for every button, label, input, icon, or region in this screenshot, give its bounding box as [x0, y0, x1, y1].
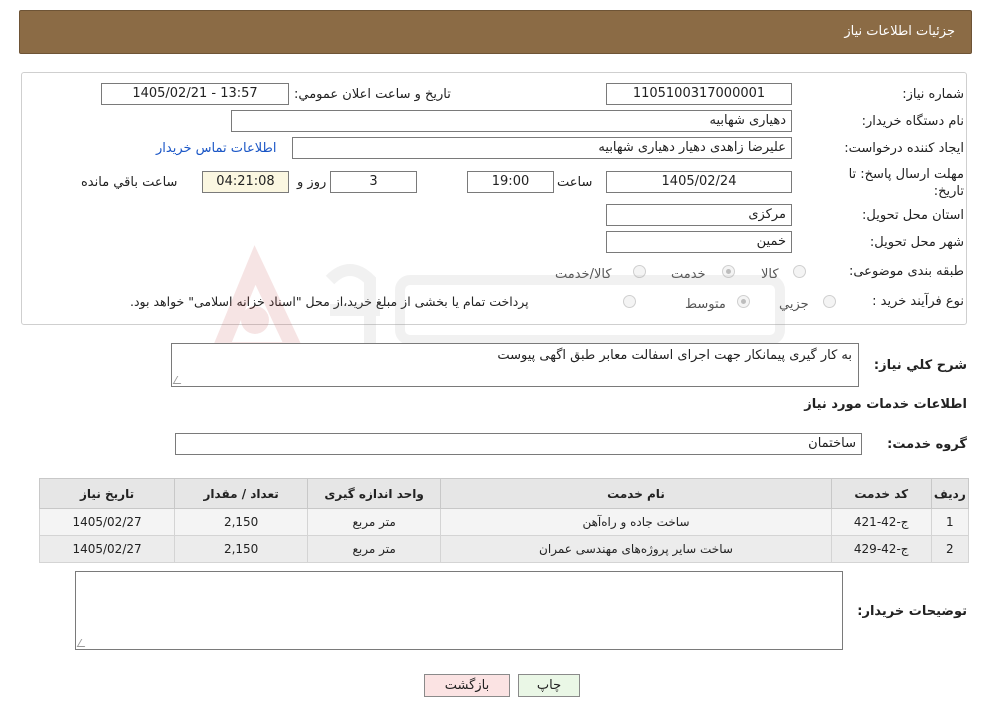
category-radio-goods-service[interactable]: [633, 265, 646, 278]
services-section-title: اطلاعات خدمات مورد نياز: [804, 397, 967, 412]
need-number-field: 1105100317000001: [606, 83, 792, 105]
col-need-date: تاريخ نياز: [38, 478, 176, 509]
description-textarea[interactable]: به کار گیری پیمانکار جهت اجرای اسفالت مع…: [171, 343, 859, 387]
service-group-field: ساختمان: [175, 433, 862, 455]
page-title: جزئیات اطلاعات نیاز: [844, 24, 955, 39]
buyer-notes-textarea[interactable]: [75, 571, 843, 650]
creator-label: ايجاد کننده درخواست:: [844, 141, 964, 156]
buyer-org-label: نام دستگاه خريدار:: [861, 114, 964, 129]
cell-service-code: ج-42-429: [830, 535, 932, 563]
need-number-label: شماره نیاز:: [902, 87, 964, 102]
description-label: شرح کلي نياز:: [873, 358, 967, 373]
deadline-date-field: 1405/02/24: [606, 171, 792, 193]
purchase-radio-minor[interactable]: [823, 295, 836, 308]
cell-service-code: ج-42-421: [830, 508, 932, 536]
treasury-checkbox[interactable]: [623, 295, 636, 308]
announce-label: تاریخ و ساعت اعلان عمومي:: [294, 87, 451, 102]
purchase-option-minor: جزيي: [779, 297, 809, 312]
buyer-contact-link[interactable]: اطلاعات تماس خريدار: [156, 141, 276, 156]
deadline-label: مهلت ارسال پاسخ: تا تاریخ:: [848, 167, 964, 199]
back-button[interactable]: بازگشت: [424, 674, 510, 697]
province-label: استان محل تحویل:: [862, 208, 964, 223]
print-button[interactable]: چاپ: [518, 674, 580, 697]
category-radio-service[interactable]: [722, 265, 735, 278]
category-label: طبقه بندی موضوعی:: [848, 264, 964, 279]
purchase-radio-medium[interactable]: [737, 295, 750, 308]
remaining-time-field: 04:21:08: [202, 171, 289, 193]
days-field: 3: [330, 171, 417, 193]
category-option-service: خدمت: [671, 267, 706, 282]
col-service-code: کد خدمت: [830, 478, 932, 509]
page-header: جزئیات اطلاعات نیاز: [19, 10, 972, 54]
purchase-type-label: نوع فرآیند خرید :: [872, 294, 964, 309]
col-row-number: رديف: [930, 478, 970, 509]
time-label: ساعت: [557, 175, 593, 190]
cell-service-name: ساخت جاده و راه‌آهن: [440, 508, 832, 536]
col-service-name: نام خدمت: [440, 478, 832, 509]
city-label: شهر محل تحویل:: [869, 235, 964, 250]
services-table: رديف کد خدمت نام خدمت واحد اندازه گيری ت…: [38, 478, 970, 563]
resize-handle-icon[interactable]: [172, 376, 186, 384]
cell-unit: متر مربع: [307, 508, 442, 536]
resize-handle-icon[interactable]: [76, 639, 90, 647]
col-quantity: تعداد / مقدار: [174, 478, 309, 509]
cell-need-date: 1405/02/27: [38, 508, 176, 536]
province-field: مرکزی: [606, 204, 792, 226]
cell-row-number: 1: [930, 508, 970, 536]
category-radio-goods[interactable]: [793, 265, 806, 278]
deadline-time-field: 19:00: [467, 171, 554, 193]
table-header-row: رديف کد خدمت نام خدمت واحد اندازه گيری ت…: [38, 478, 970, 509]
description-text: به کار گیری پیمانکار جهت اجرای اسفالت مع…: [497, 348, 852, 363]
table-row: 2 ج-42-429 ساخت سایر پروژه‌های مهندسی عم…: [38, 535, 970, 563]
cell-unit: متر مربع: [307, 535, 442, 563]
purchase-note: پرداخت تمام یا بخشی از مبلغ خرید،از محل …: [130, 294, 529, 309]
service-group-label: گروه خدمت:: [887, 437, 967, 452]
category-option-goods: کالا: [761, 267, 779, 282]
cell-quantity: 2,150: [174, 508, 309, 536]
info-panel: شماره نیاز: 1105100317000001 تاریخ و ساع…: [21, 72, 967, 325]
category-option-goods-service: کالا/خدمت: [555, 267, 612, 282]
days-label: روز و: [297, 175, 327, 190]
cell-need-date: 1405/02/27: [38, 535, 176, 563]
cell-row-number: 2: [930, 535, 970, 563]
cell-service-name: ساخت سایر پروژه‌های مهندسی عمران: [440, 535, 832, 563]
buyer-org-field: دهیاری شهابیه: [231, 110, 792, 132]
table-row: 1 ج-42-421 ساخت جاده و راه‌آهن متر مربع …: [38, 508, 970, 536]
col-unit: واحد اندازه گيری: [307, 478, 442, 509]
purchase-option-medium: متوسط: [685, 297, 726, 312]
creator-field: علیرضا زاهدی دهیار دهیاری شهابیه: [292, 137, 792, 159]
city-field: خمین: [606, 231, 792, 253]
cell-quantity: 2,150: [174, 535, 309, 563]
remaining-label: ساعت باقي مانده: [81, 175, 178, 190]
buyer-notes-label: توضيحات خريدار:: [857, 604, 967, 619]
announce-field: 1405/02/21 - 13:57: [101, 83, 289, 105]
